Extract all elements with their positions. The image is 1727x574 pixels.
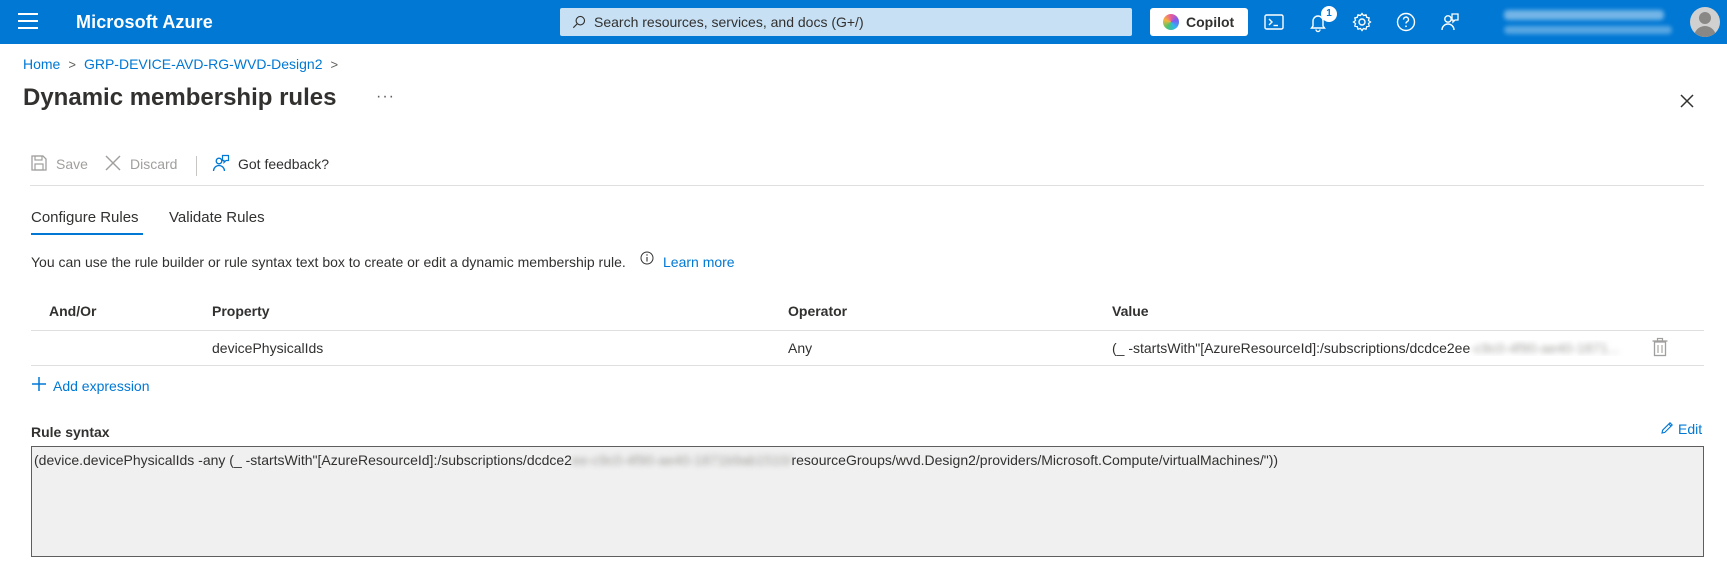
account-name-redacted — [1504, 10, 1664, 20]
top-bar: Microsoft Azure Copilot 1 — [0, 0, 1727, 44]
breadcrumb-group-link[interactable]: GRP-DEVICE-AVD-RG-WVD-Design2 — [84, 56, 323, 72]
tab-validate-rules[interactable]: Validate Rules — [169, 209, 265, 226]
search-box[interactable] — [560, 8, 1132, 36]
feedback-person-icon — [212, 154, 230, 172]
save-icon — [31, 155, 47, 171]
column-header-property: Property — [212, 303, 270, 319]
notification-badge: 1 — [1321, 6, 1337, 22]
cell-property[interactable]: devicePhysicalIds — [212, 340, 323, 356]
feedback-person-icon[interactable] — [1438, 10, 1462, 34]
cell-value-text: (_ -startsWith"[AzureResourceId]:/subscr… — [1112, 340, 1471, 356]
more-options-icon[interactable]: ··· — [376, 88, 395, 106]
copilot-label: Copilot — [1186, 14, 1235, 30]
feedback-label: Got feedback? — [238, 156, 330, 172]
brand-title[interactable]: Microsoft Azure — [76, 12, 213, 33]
column-header-value: Value — [1112, 303, 1149, 319]
page-title: Dynamic membership rules — [23, 84, 337, 111]
active-tab-indicator — [31, 233, 143, 235]
copilot-button[interactable]: Copilot — [1150, 8, 1248, 36]
cell-value-redacted: -c9c0-4f90-ae40-1871... — [1470, 340, 1620, 356]
rule-syntax-text-redacted: ee-c9c0-4f90-ae40-1871b9ab1510/ — [571, 452, 792, 468]
learn-more-link[interactable]: Learn more — [663, 254, 735, 270]
row-divider — [31, 365, 1704, 366]
close-icon[interactable] — [1678, 92, 1696, 110]
rule-syntax-text-end: resourceGroups/wvd.Design2/providers/Mic… — [791, 452, 1279, 468]
rule-syntax-textbox[interactable]: (device.devicePhysicalIds -any (_ -start… — [31, 446, 1704, 557]
avatar[interactable] — [1690, 7, 1720, 37]
search-input[interactable] — [594, 8, 1124, 36]
breadcrumb-chevron-icon: > — [68, 57, 76, 72]
add-expression-label: Add expression — [53, 378, 150, 394]
info-text: You can use the rule builder or rule syn… — [31, 254, 626, 270]
toolbar-separator — [196, 156, 197, 176]
plus-icon — [32, 377, 46, 391]
settings-gear-icon[interactable] — [1350, 10, 1374, 34]
save-button[interactable]: Save — [30, 152, 90, 176]
toolbar-divider — [30, 185, 1704, 186]
copilot-icon — [1163, 14, 1179, 30]
column-header-andor: And/Or — [49, 303, 97, 319]
got-feedback-button[interactable]: Got feedback? — [212, 152, 342, 176]
edit-label: Edit — [1678, 421, 1703, 437]
cell-value[interactable]: (_ -startsWith"[AzureResourceId]:/subscr… — [1112, 340, 1628, 356]
delete-trash-icon[interactable] — [1651, 337, 1669, 357]
cloud-shell-icon[interactable] — [1262, 10, 1286, 34]
discard-x-icon — [105, 155, 121, 171]
breadcrumb-home-link[interactable]: Home — [23, 56, 60, 72]
discard-button[interactable]: Discard — [104, 152, 184, 176]
breadcrumb: Home > GRP-DEVICE-AVD-RG-WVD-Design2 > — [23, 56, 346, 72]
account-tenant-redacted — [1504, 26, 1672, 34]
breadcrumb-chevron-icon: > — [330, 57, 339, 72]
info-icon[interactable] — [640, 251, 654, 265]
search-icon — [572, 15, 586, 29]
column-header-operator: Operator — [788, 303, 848, 319]
help-question-icon[interactable] — [1394, 10, 1418, 34]
hamburger-menu-icon[interactable] — [18, 13, 38, 31]
header-divider — [31, 330, 1704, 331]
pencil-icon — [1661, 422, 1673, 434]
tab-configure-rules[interactable]: Configure Rules — [31, 209, 139, 226]
rule-syntax-text-start: (device.devicePhysicalIds -any (_ -start… — [34, 452, 572, 468]
rule-syntax-label: Rule syntax — [31, 424, 110, 440]
save-label: Save — [56, 156, 88, 172]
cell-operator[interactable]: Any — [788, 340, 812, 356]
discard-label: Discard — [130, 156, 178, 172]
account-info[interactable] — [1496, 4, 1692, 40]
